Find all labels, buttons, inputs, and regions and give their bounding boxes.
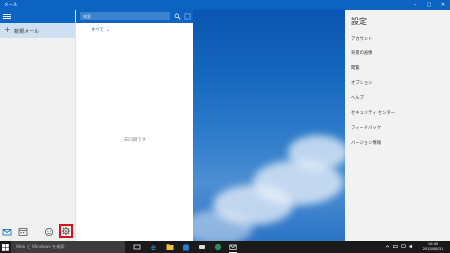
volume-icon[interactable] bbox=[409, 244, 414, 249]
mail-icon[interactable] bbox=[2, 227, 12, 237]
taskbar-search-box[interactable]: Web と Windows を検索 bbox=[11, 241, 125, 253]
navigation-pane: + 新規メール bbox=[0, 10, 75, 241]
network-icon[interactable] bbox=[401, 244, 406, 249]
windows-start-icon[interactable] bbox=[2, 244, 9, 251]
calendar-icon[interactable] bbox=[18, 227, 28, 237]
title-bar: メール – □ ✕ bbox=[0, 0, 450, 10]
mail-app-taskbar-icon[interactable] bbox=[229, 243, 237, 253]
maximize-button[interactable]: □ bbox=[422, 0, 436, 10]
file-explorer-icon[interactable] bbox=[166, 243, 174, 251]
close-button[interactable]: ✕ bbox=[436, 0, 450, 10]
nav-bottom-bar bbox=[0, 223, 75, 241]
taskbar-clock[interactable]: 10:45 2015/08/31 bbox=[420, 242, 446, 252]
settings-item-trust-center[interactable]: セキュリティ センター bbox=[351, 110, 395, 116]
settings-item-background[interactable]: 背景の画像 bbox=[351, 50, 372, 56]
message-list-pane: すべて⌄ 未同期です bbox=[75, 10, 194, 241]
games-icon[interactable] bbox=[198, 243, 206, 251]
new-mail-label: 新規メール bbox=[14, 29, 40, 35]
store-icon[interactable] bbox=[182, 243, 190, 251]
new-mail-button[interactable]: + 新規メール bbox=[0, 23, 75, 38]
plus-icon: + bbox=[4, 25, 11, 34]
settings-icon[interactable] bbox=[59, 224, 73, 238]
empty-state-text: 未同期です bbox=[123, 138, 147, 143]
task-view-icon[interactable] bbox=[133, 243, 141, 251]
search-icon[interactable] bbox=[174, 13, 181, 20]
edge-browser-icon[interactable]: e bbox=[150, 243, 158, 252]
window-title: メール bbox=[4, 3, 18, 8]
sync-icon[interactable] bbox=[184, 13, 191, 20]
settings-item-reading[interactable]: 閲覧 bbox=[351, 65, 360, 71]
solitaire-icon[interactable] bbox=[214, 243, 222, 251]
battery-icon[interactable] bbox=[393, 244, 398, 249]
minimize-button[interactable]: – bbox=[408, 0, 422, 10]
list-header bbox=[76, 10, 194, 23]
search-input[interactable] bbox=[80, 12, 170, 20]
settings-item-options[interactable]: オプション bbox=[351, 80, 372, 86]
taskbar: Web と Windows を検索 e 10:45 2015/08/31 bbox=[0, 241, 450, 253]
chevron-down-icon: ⌄ bbox=[106, 28, 110, 33]
clock-date: 2015/08/31 bbox=[422, 247, 444, 251]
chevron-up-icon[interactable] bbox=[385, 244, 390, 249]
settings-pane: 設定 アカウント 背景の画像 閲覧 オプション ヘルプ セキュリティ センター … bbox=[345, 10, 450, 241]
settings-item-about[interactable]: バージョン情報 bbox=[351, 140, 381, 146]
settings-item-feedback[interactable]: フィードバック bbox=[351, 125, 381, 131]
settings-item-accounts[interactable]: アカウント bbox=[351, 36, 372, 42]
settings-item-help[interactable]: ヘルプ bbox=[351, 95, 364, 101]
filter-dropdown[interactable]: すべて ⌄ bbox=[91, 27, 110, 33]
filter-label: すべて bbox=[91, 28, 105, 33]
reading-pane-background bbox=[193, 10, 345, 241]
nav-header bbox=[0, 10, 75, 23]
settings-title: 設定 bbox=[351, 17, 367, 26]
people-icon[interactable] bbox=[44, 227, 54, 237]
hamburger-menu-icon[interactable] bbox=[3, 13, 11, 21]
svg-text:e: e bbox=[151, 243, 156, 251]
